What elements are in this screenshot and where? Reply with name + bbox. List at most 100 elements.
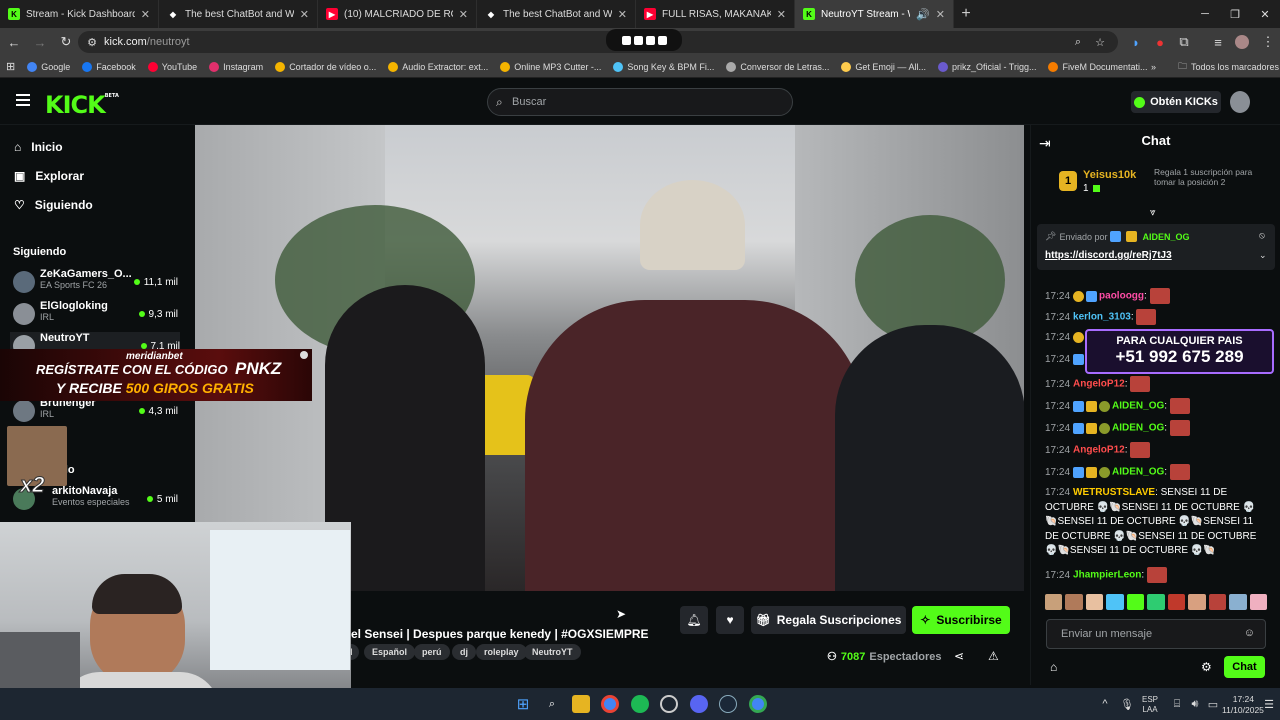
media-icon[interactable]: ≡	[1206, 30, 1230, 54]
emote[interactable]	[1208, 594, 1227, 610]
profile-avatar[interactable]	[1230, 30, 1254, 54]
emote[interactable]	[1147, 594, 1165, 610]
nav-home[interactable]: ⌂ Inicio	[14, 140, 63, 154]
chrome-profile-icon[interactable]	[749, 695, 767, 713]
spotify-icon[interactable]	[631, 695, 649, 713]
tag[interactable]: perú	[414, 644, 450, 660]
audio-icon[interactable]: 🔊	[916, 8, 930, 21]
bookmark-item[interactable]: Facebook	[76, 61, 142, 72]
emote[interactable]	[1085, 594, 1104, 610]
channel-item[interactable]: ZeKaGamers_O... EA Sports FC 26 11,1 mil	[13, 268, 178, 296]
close-icon[interactable]	[300, 351, 308, 359]
bookmark-item[interactable]: YouTube	[142, 61, 203, 72]
subscribe-button[interactable]: ✧ Suscribirse	[912, 606, 1010, 634]
tag[interactable]: roleplay	[476, 644, 527, 660]
search-input[interactable]: ⌕ Buscar	[487, 88, 793, 116]
network-icon[interactable]: ⌸	[1168, 695, 1186, 713]
emote[interactable]	[1126, 594, 1145, 610]
channel-item[interactable]: ElGlogloking IRL 9,3 mil	[13, 300, 178, 328]
clock[interactable]: 17:24 11/10/2025	[1222, 694, 1264, 716]
nav-explore[interactable]: ▣ Explorar	[14, 169, 84, 183]
follow-heart-button[interactable]: ♥	[716, 606, 744, 634]
bookmark-item[interactable]: Instagram	[203, 61, 269, 72]
more-bookmarks-icon[interactable]: »	[1145, 62, 1162, 72]
volume-icon[interactable]: 🔊︎	[1186, 695, 1204, 713]
extension-icon[interactable]: ●	[1148, 30, 1172, 54]
channel-item[interactable]: Brunenger IRL 4,3 mil	[13, 397, 178, 425]
send-chat-button[interactable]: Chat	[1224, 656, 1265, 678]
bookmark-item[interactable]: FiveM Documentati...	[1042, 61, 1153, 72]
browser-tab[interactable]: ◆ The best ChatBot and Widgets ✕	[159, 0, 318, 28]
pinned-link[interactable]: https://discord.gg/reRj7tJ3	[1045, 250, 1172, 261]
minimize-icon[interactable]: ─	[1190, 0, 1220, 28]
site-info-icon[interactable]: ⚙	[82, 31, 102, 53]
chevron-up-icon[interactable]: ^	[1096, 695, 1114, 713]
discord-icon[interactable]	[690, 695, 708, 713]
back-icon[interactable]: ←	[2, 30, 26, 54]
close-tab-icon[interactable]: ✕	[936, 8, 945, 21]
browser-tab-active[interactable]: K NeutroYT Stream - Watch L 🔊 ✕	[795, 0, 954, 28]
nav-following[interactable]: ♡ Siguiendo	[14, 198, 93, 212]
file-explorer-icon[interactable]	[572, 695, 590, 713]
apps-grid-icon[interactable]: ⊞	[0, 60, 21, 73]
notifications-icon[interactable]: ☰	[1260, 695, 1278, 713]
bookmark-item[interactable]: prikz_Oficial - Trigg...	[932, 61, 1043, 72]
close-tab-icon[interactable]: ✕	[141, 8, 150, 21]
share-icon[interactable]: ⋖	[954, 649, 964, 663]
language-indicator[interactable]: ESP LAA	[1142, 695, 1158, 715]
zoom-icon[interactable]: ⌕	[1068, 31, 1088, 53]
chrome-icon[interactable]	[601, 695, 619, 713]
user-avatar[interactable]	[1230, 91, 1250, 113]
emote[interactable]	[1065, 594, 1083, 610]
extension-icon[interactable]: ◗	[1124, 30, 1148, 54]
new-tab-button[interactable]: +	[954, 0, 978, 28]
chevron-down-icon[interactable]: ⌄	[1259, 250, 1267, 261]
close-tab-icon[interactable]: ✕	[618, 8, 627, 21]
emote[interactable]	[1045, 594, 1063, 610]
menu-kebab-icon[interactable]: ⋮	[1256, 30, 1280, 54]
bookmark-star-icon[interactable]: ☆	[1090, 31, 1110, 53]
bookmark-item[interactable]: Google	[21, 61, 76, 72]
browser-tab[interactable]: ◆ The best ChatBot and Widgets ✕	[477, 0, 636, 28]
chat-input[interactable]: Enviar un mensaje ☺	[1046, 619, 1266, 649]
gear-icon[interactable]: ⚙	[1201, 660, 1212, 674]
obs-icon[interactable]	[660, 695, 678, 713]
browser-tab[interactable]: K Stream - Kick Dashboard ✕	[0, 0, 159, 28]
close-window-icon[interactable]: ✕	[1250, 0, 1280, 28]
bookmark-item[interactable]: Get Emoji — All...	[835, 61, 932, 72]
bookmark-item[interactable]: Online MP3 Cutter -...	[494, 61, 607, 72]
maximize-icon[interactable]: ❐	[1220, 0, 1250, 28]
notification-bell-button[interactable]: 🔔︎	[680, 606, 708, 634]
tag[interactable]: Español	[364, 644, 416, 660]
emote[interactable]	[1188, 594, 1206, 610]
windows-start-icon[interactable]: ⊞	[514, 695, 532, 713]
emote[interactable]	[1229, 594, 1247, 610]
forward-icon[interactable]: →	[28, 30, 52, 54]
extensions-puzzle-icon[interactable]: ⧉	[1172, 30, 1196, 54]
close-tab-icon[interactable]: ✕	[777, 8, 786, 21]
bookmark-item[interactable]: Conversor de Letras...	[720, 61, 835, 72]
emote[interactable]	[1106, 594, 1124, 610]
hamburger-menu-icon[interactable]	[16, 94, 30, 106]
bookmark-item[interactable]: Audio Extractor: ext...	[382, 61, 494, 72]
gift-subs-button[interactable]: 🎁︎ Regala Suscripciones	[751, 606, 906, 634]
close-tab-icon[interactable]: ✕	[459, 8, 468, 21]
emote[interactable]	[1249, 594, 1267, 610]
steam-icon[interactable]	[719, 695, 737, 713]
kick-logo[interactable]: KICKBETA	[45, 91, 119, 119]
unpin-icon[interactable]: ⦸	[1259, 230, 1265, 241]
reload-icon[interactable]: ↻	[54, 30, 78, 54]
browser-tab[interactable]: ▶ FULL RISAS, MAKANAKY Y ✕	[636, 0, 795, 28]
expand-leaderboard-icon[interactable]: ⩔	[1150, 207, 1156, 218]
close-tab-icon[interactable]: ✕	[300, 8, 309, 21]
tag[interactable]: NeutroYT	[524, 644, 581, 660]
search-icon[interactable]: ⌕	[543, 695, 561, 713]
store-icon[interactable]: ⌂	[1050, 660, 1057, 674]
bookmark-item[interactable]: Song Key & BPM Fi...	[607, 61, 720, 72]
browser-tab[interactable]: ▶ (10) MALCRIADO DE ROSTRO ✕	[318, 0, 477, 28]
emoji-icon[interactable]: ☺	[1244, 627, 1255, 639]
tag[interactable]: dj	[452, 644, 476, 660]
bookmark-item[interactable]: Cortador de vídeo o...	[269, 61, 382, 72]
emote[interactable]	[1167, 594, 1186, 610]
address-bar[interactable]: ⚙ kick.com/neutroyt ⌕ ☆	[78, 29, 1118, 53]
